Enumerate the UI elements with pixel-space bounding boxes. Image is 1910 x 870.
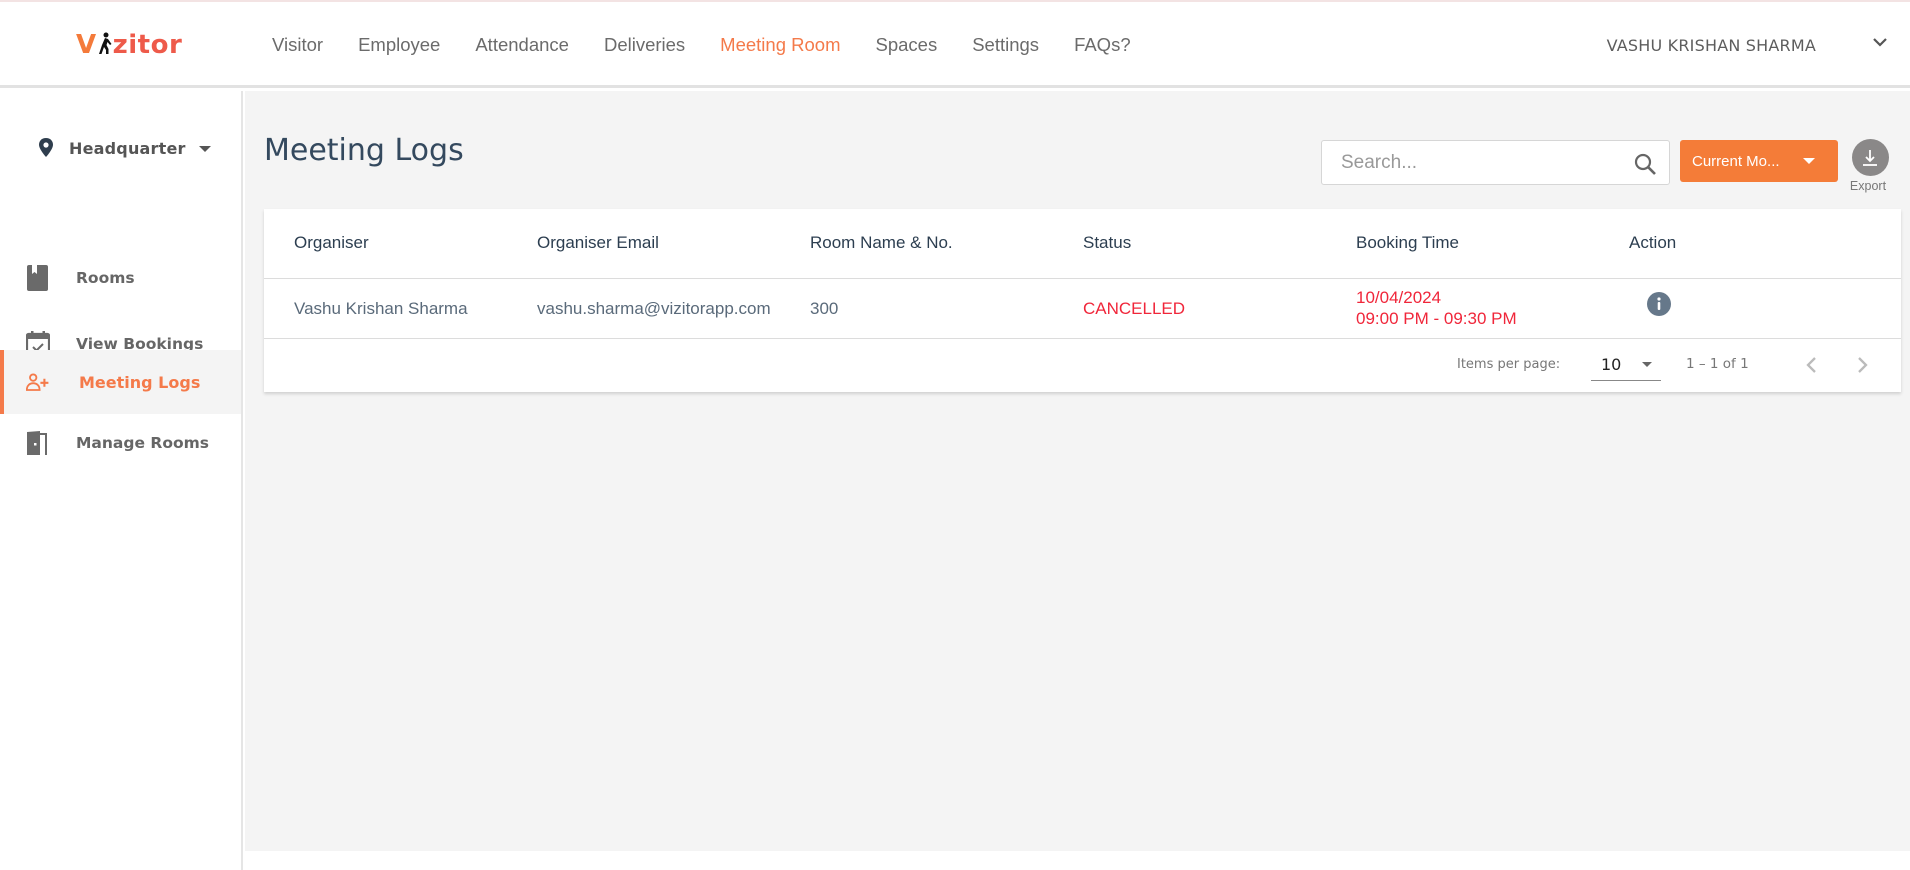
nav-faqs[interactable]: FAQs? xyxy=(1074,34,1131,56)
column-header-booking-time: Booking Time xyxy=(1356,233,1459,252)
period-filter-dropdown[interactable]: Current Mo... xyxy=(1680,140,1838,182)
location-caret-icon[interactable] xyxy=(199,146,211,152)
page-title: Meeting Logs xyxy=(264,133,464,168)
nav-meeting-room[interactable]: Meeting Room xyxy=(720,34,840,56)
cell-email: vashu.sharma@vizitorapp.com xyxy=(537,299,771,318)
sidebar-item-meeting-logs[interactable]: Meeting Logs xyxy=(0,350,241,414)
table-row: Vashu Krishan Sharma vashu.sharma@vizito… xyxy=(264,279,1901,339)
sidebar-item-label: Manage Rooms xyxy=(76,434,209,452)
download-icon xyxy=(1863,149,1877,166)
caret-down-icon xyxy=(1803,158,1815,164)
cell-room: 300 xyxy=(810,299,839,318)
items-per-page-label: Items per page: xyxy=(1457,357,1561,372)
sidebar-item-rooms[interactable]: Rooms xyxy=(0,246,241,310)
sidebar-item-manage-rooms[interactable]: Manage Rooms xyxy=(0,411,241,475)
walking-person-icon xyxy=(98,32,112,54)
cell-organiser: Vashu Krishan Sharma xyxy=(294,299,468,318)
nav-spaces[interactable]: Spaces xyxy=(875,34,937,56)
chevron-down-icon[interactable] xyxy=(1870,32,1890,52)
column-header-action: Action xyxy=(1629,233,1677,252)
vizitor-logo[interactable]: Vzitor xyxy=(76,30,182,60)
location-label: Headquarter xyxy=(69,138,186,158)
location-pin-icon xyxy=(39,138,53,157)
next-page-button[interactable] xyxy=(1851,353,1873,377)
main-content: Meeting Logs Current Mo... Export Organi… xyxy=(245,91,1910,851)
user-name[interactable]: VASHU KRISHAN SHARMA xyxy=(1607,36,1816,55)
nav-deliveries[interactable]: Deliveries xyxy=(604,34,685,56)
column-header-status: Status xyxy=(1083,233,1132,252)
search-box xyxy=(1321,140,1670,185)
search-icon[interactable] xyxy=(1633,152,1657,176)
search-input[interactable] xyxy=(1322,141,1622,184)
door-icon xyxy=(26,429,50,457)
meeting-logs-table: Organiser Organiser Email Room Name & No… xyxy=(264,209,1901,392)
export-button[interactable] xyxy=(1851,139,1889,176)
person-add-icon xyxy=(26,368,50,396)
main-nav: Visitor Employee Attendance Deliveries M… xyxy=(272,34,1166,56)
page-footer-area xyxy=(245,851,1910,870)
caret-down-icon xyxy=(1642,362,1652,367)
info-icon[interactable] xyxy=(1647,292,1671,316)
nav-settings[interactable]: Settings xyxy=(972,34,1039,56)
export-label: Export xyxy=(1849,179,1887,193)
export-control: Export xyxy=(1850,139,1890,193)
cell-booking-time: 09:00 PM - 09:30 PM xyxy=(1356,309,1517,328)
column-header-organiser-email: Organiser Email xyxy=(537,233,659,252)
sidebar-item-label: Meeting Logs xyxy=(79,372,201,392)
column-header-room: Room Name & No. xyxy=(810,233,953,252)
status-badge: CANCELLED xyxy=(1083,299,1186,318)
location-selector[interactable]: Headquarter xyxy=(38,138,186,158)
period-filter-label: Current Mo... xyxy=(1692,152,1780,170)
nav-employee[interactable]: Employee xyxy=(358,34,440,56)
cell-booking-date: 10/04/2024 xyxy=(1356,288,1442,307)
sidebar-item-label: Rooms xyxy=(76,269,135,287)
previous-page-button[interactable] xyxy=(1801,353,1823,377)
top-header: Vzitor Visitor Employee Attendance Deliv… xyxy=(0,2,1910,88)
nav-attendance[interactable]: Attendance xyxy=(475,34,569,56)
column-header-organiser: Organiser xyxy=(294,233,369,252)
page-range-label: 1 – 1 of 1 xyxy=(1686,356,1749,372)
nav-visitor[interactable]: Visitor xyxy=(272,34,323,56)
sidebar: Headquarter Rooms View Bookings Meeting … xyxy=(0,91,243,870)
items-per-page-select[interactable]: 10 xyxy=(1591,347,1661,381)
items-per-page-value: 10 xyxy=(1601,355,1622,374)
book-icon xyxy=(26,264,50,292)
table-header: Organiser Organiser Email Room Name & No… xyxy=(264,209,1901,279)
pagination: Items per page: 10 1 – 1 of 1 xyxy=(264,339,1901,392)
